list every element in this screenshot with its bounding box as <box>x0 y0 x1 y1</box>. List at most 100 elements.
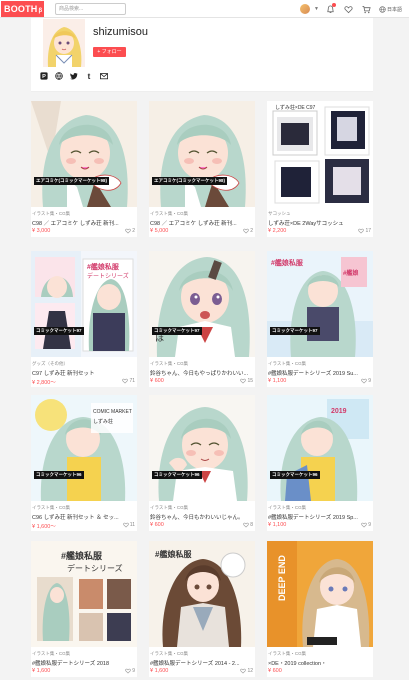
item-title[interactable]: #艦娘私服デートシリーズ 2018 <box>32 659 136 667</box>
item-thumbnail[interactable] <box>149 395 255 501</box>
item-price: ¥ 2,200 <box>268 228 287 234</box>
item-category[interactable]: イラスト集・CG集 <box>150 505 188 511</box>
item-price: ¥ 1,600 <box>32 668 51 674</box>
item-price: ¥ 1,100 <box>268 378 287 384</box>
mail-icon[interactable] <box>100 72 108 80</box>
heart-icon <box>361 522 367 528</box>
item-thumbnail[interactable] <box>31 101 137 207</box>
heart-icon <box>243 228 249 234</box>
item-card[interactable]: エアコミケ(コミックマーケット98) イラスト集・CG集 C98 ／ エアコミケ… <box>31 101 137 237</box>
item-card[interactable]: COMIC MARKET しずみ荘 コミックマーケット96 イラスト集・CG集 … <box>31 395 137 531</box>
item-category[interactable]: イラスト集・CG集 <box>150 361 188 367</box>
item-title[interactable]: #艦娘私服デートシリーズ 2014 - 2... <box>150 659 254 667</box>
like-button[interactable]: 15 <box>240 378 253 384</box>
item-category[interactable]: イラスト集・CG集 <box>32 505 70 511</box>
shop-profile: shizumisou + フォロー P t <box>31 18 373 92</box>
like-button[interactable]: 2 <box>125 228 135 234</box>
item-title[interactable]: #艦娘私服デートシリーズ 2019 Su... <box>268 369 372 377</box>
language-selector[interactable]: 日本語 <box>379 5 402 13</box>
item-price: ¥ 1,600 <box>150 668 169 674</box>
item-category[interactable]: イラスト集・CG集 <box>268 505 306 511</box>
item-category[interactable]: イラスト集・CG集 <box>150 651 188 657</box>
item-category[interactable]: イラスト集・CG集 <box>32 651 70 657</box>
heart-icon <box>125 668 131 674</box>
like-button[interactable]: 9 <box>361 522 371 528</box>
heart-icon[interactable] <box>343 3 355 15</box>
svg-text:しずみ荘×DE C97: しずみ荘×DE C97 <box>275 104 316 111</box>
item-card[interactable]: しずみ荘×DE C97 サコッシュ しずみ荘×DE 2Wayサコッシュ ¥ 2,… <box>267 101 373 237</box>
item-thumbnail[interactable]: #艦娘 #艦娘私服 <box>267 251 373 357</box>
item-title[interactable]: ×DE・2019 collection・ <box>268 659 372 667</box>
item-thumbnail[interactable]: しずみ荘×DE C97 <box>267 101 373 207</box>
event-badge: コミックマーケット96 <box>270 471 320 479</box>
item-category[interactable]: グッズ（その他） <box>32 361 68 367</box>
follow-button[interactable]: + フォロー <box>93 47 126 57</box>
cart-icon[interactable] <box>361 3 373 15</box>
item-card[interactable]: DEEP END イラスト集・CG集 ×DE・2019 collection・ … <box>267 541 373 677</box>
tumblr-icon[interactable]: t <box>85 72 93 80</box>
like-button[interactable]: 9 <box>125 668 135 674</box>
heart-icon <box>361 378 367 384</box>
item-card[interactable]: #艦娘私服 デートシリーズ イラスト集・CG集 #艦娘私服デートシリーズ 201… <box>31 541 137 677</box>
svg-text:#艦娘: #艦娘 <box>343 269 358 277</box>
item-card[interactable]: ほ コミックマーケット97 イラスト集・CG集 鈴谷ちゃん、今日もやっぱりかわい… <box>149 251 255 387</box>
item-thumbnail[interactable]: DEEP END <box>267 541 373 647</box>
item-card[interactable]: #艦娘私服 デートシリーズ コミックマーケット97 グッズ（その他） C97 し… <box>31 251 137 387</box>
shop-avatar[interactable] <box>43 19 85 67</box>
item-title[interactable]: C96 しずみ荘 新刊セット ＆ セッ... <box>32 513 136 521</box>
item-card[interactable]: #艦娘私服 イラスト集・CG集 #艦娘私服デートシリーズ 2014 - 2...… <box>149 541 255 677</box>
item-thumbnail[interactable]: ほ <box>149 251 255 357</box>
bell-icon[interactable] <box>325 3 337 15</box>
twitter-icon[interactable] <box>70 72 78 80</box>
item-title[interactable]: 鈴谷ちゃん、今日もかわいいじゃん。 <box>150 513 254 521</box>
item-card[interactable]: #艦娘 #艦娘私服 コミックマーケット97 イラスト集・CG集 #艦娘私服デート… <box>267 251 373 387</box>
svg-text:#艦娘私服: #艦娘私服 <box>61 550 103 561</box>
like-button[interactable]: 71 <box>122 378 135 384</box>
svg-text:#艦娘私服: #艦娘私服 <box>271 258 304 267</box>
like-button[interactable]: 9 <box>361 378 371 384</box>
item-thumbnail[interactable]: #艦娘私服 <box>149 541 255 647</box>
item-card[interactable]: コミックマーケット96 イラスト集・CG集 鈴谷ちゃん、今日もかわいいじゃん。 … <box>149 395 255 531</box>
item-card[interactable]: 2019 コミックマーケット96 イラスト集・CG集 #艦娘私服デートシリーズ … <box>267 395 373 531</box>
item-thumbnail[interactable]: #艦娘私服 デートシリーズ <box>31 251 137 357</box>
heart-icon <box>123 522 129 528</box>
event-badge: エアコミケ(コミックマーケット98) <box>34 177 110 185</box>
item-title[interactable]: 鈴谷ちゃん、今日もやっぱりかわいい... <box>150 369 254 377</box>
like-button[interactable]: 12 <box>240 668 253 674</box>
item-card[interactable]: エアコミケ(コミックマーケット98) イラスト集・CG集 C98 ／ エアコミケ… <box>149 101 255 237</box>
event-badge: コミックマーケット96 <box>152 471 202 479</box>
item-title[interactable]: C98 ／ エアコミケ しずみ荘 新刊... <box>32 219 136 227</box>
chevron-down-icon[interactable]: ▼ <box>314 6 319 12</box>
svg-text:2019: 2019 <box>331 408 347 415</box>
like-button[interactable]: 17 <box>358 228 371 234</box>
item-category[interactable]: イラスト集・CG集 <box>268 651 306 657</box>
shop-name[interactable]: shizumisou <box>93 26 148 38</box>
item-category[interactable]: イラスト集・CG集 <box>32 211 70 217</box>
item-title[interactable]: C98 ／ エアコミケ しずみ荘 新刊... <box>150 219 254 227</box>
item-category[interactable]: サコッシュ <box>268 211 291 217</box>
like-button[interactable]: 8 <box>243 522 253 528</box>
booth-logo[interactable]: BOOTHβ <box>1 1 44 17</box>
globe-icon[interactable] <box>55 72 63 80</box>
item-title[interactable]: C97 しずみ荘 新刊セット <box>32 369 136 377</box>
item-price: ¥ 1,600～ <box>32 524 56 530</box>
event-badge: エアコミケ(コミックマーケット98) <box>152 177 228 185</box>
item-title[interactable]: しずみ荘×DE 2Wayサコッシュ <box>268 219 372 227</box>
item-price: ¥ 600 <box>150 378 164 384</box>
item-thumbnail[interactable]: 2019 <box>267 395 373 501</box>
item-category[interactable]: イラスト集・CG集 <box>268 361 306 367</box>
item-thumbnail[interactable] <box>149 101 255 207</box>
item-thumbnail[interactable]: COMIC MARKET しずみ荘 <box>31 395 137 501</box>
item-thumbnail[interactable]: #艦娘私服 デートシリーズ <box>31 541 137 647</box>
user-avatar[interactable] <box>299 3 311 15</box>
like-button[interactable]: 11 <box>123 522 135 528</box>
item-category[interactable]: イラスト集・CG集 <box>150 211 188 217</box>
search-input[interactable]: 商品検索... <box>55 3 126 15</box>
item-price: ¥ 600 <box>268 668 282 674</box>
item-price: ¥ 600 <box>150 522 164 528</box>
event-badge: コミックマーケット97 <box>270 327 320 335</box>
pixiv-icon[interactable]: P <box>40 72 48 80</box>
top-bar: BOOTHβ 商品検索... ▼ 日本語 <box>0 0 409 18</box>
item-title[interactable]: #艦娘私服デートシリーズ 2019 Sp... <box>268 513 372 521</box>
like-button[interactable]: 2 <box>243 228 253 234</box>
